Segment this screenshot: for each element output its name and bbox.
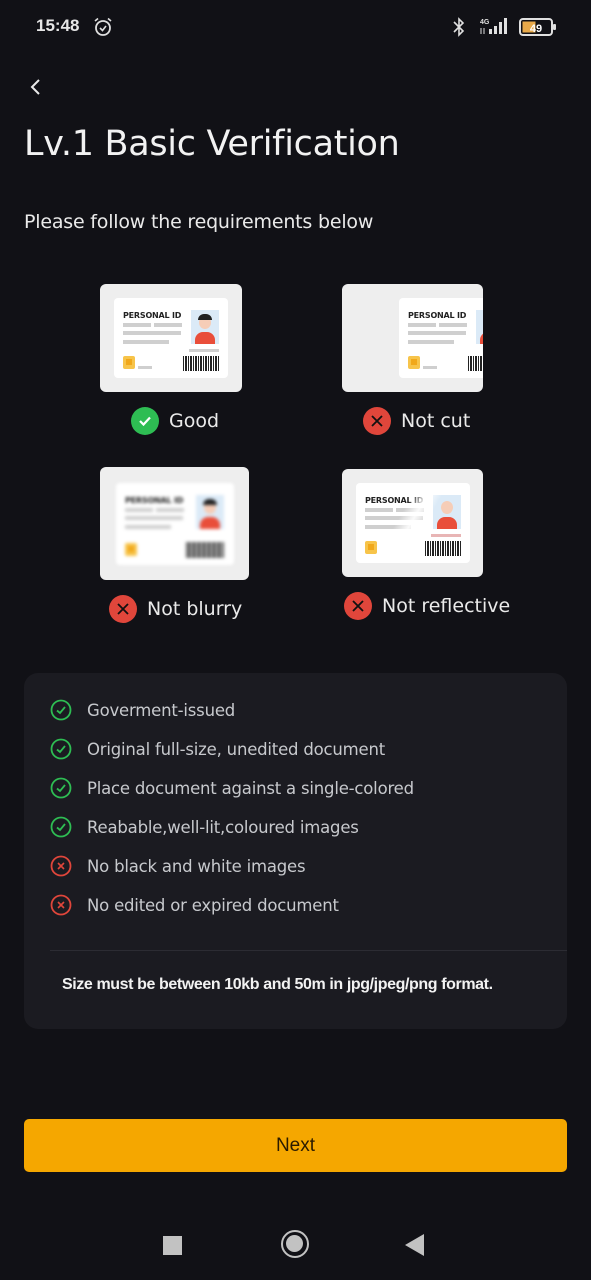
recents-icon[interactable]	[163, 1236, 182, 1255]
id-sample-image: PERSONAL ID	[100, 284, 242, 392]
example-caption: Not blurry	[109, 595, 242, 623]
status-bar: 15:48 4G 49	[0, 0, 591, 56]
barcode-icon	[468, 356, 483, 371]
example-label: Good	[169, 410, 220, 432]
id-card-label: PERSONAL ID	[123, 311, 182, 320]
example-caption: Not cut	[363, 407, 470, 435]
example-label: Not cut	[401, 410, 471, 432]
check-circle-outline-icon	[50, 816, 72, 838]
id-card-illustration: PERSONAL ID	[114, 298, 228, 378]
battery-icon: 49	[519, 18, 557, 36]
requirement-item: No edited or expired document	[50, 894, 339, 916]
bluetooth-icon	[453, 17, 465, 37]
id-sample-image: PERSONAL ID	[342, 284, 483, 392]
chip-icon	[123, 356, 135, 369]
status-time: 15:48	[36, 16, 80, 35]
id-sample-image: PERSONAL ID	[100, 467, 249, 580]
page-subtitle: Please follow the requirements below	[24, 211, 374, 233]
back-button[interactable]	[22, 72, 50, 102]
id-photo-icon	[191, 310, 219, 344]
chip-icon	[365, 541, 377, 554]
example-label: Not reflective	[382, 595, 511, 617]
check-circle-outline-icon	[50, 777, 72, 799]
requirement-item: Place document against a single-colored	[50, 777, 414, 799]
x-circle-outline-icon	[50, 855, 72, 877]
id-sample-image: PERSONAL ID	[342, 469, 483, 577]
check-circle-outline-icon	[50, 738, 72, 760]
id-card-label: PERSONAL ID	[125, 496, 184, 505]
id-card-illustration: PERSONAL ID	[116, 483, 234, 565]
x-circle-icon	[363, 407, 391, 435]
id-card-illustration: PERSONAL ID	[356, 483, 470, 563]
back-icon[interactable]	[405, 1234, 424, 1256]
check-circle-icon	[131, 407, 159, 435]
x-circle-icon	[109, 595, 137, 623]
home-icon[interactable]	[281, 1230, 309, 1258]
barcode-icon	[425, 541, 461, 556]
barcode-icon	[186, 542, 224, 558]
divider	[50, 950, 567, 951]
alarm-icon	[94, 17, 112, 36]
next-button[interactable]: Next	[24, 1119, 567, 1172]
requirement-item: Original full-size, unedited document	[50, 738, 385, 760]
requirement-item: No black and white images	[50, 855, 306, 877]
chevron-left-icon	[30, 79, 40, 95]
x-circle-outline-icon	[50, 894, 72, 916]
svg-text:4G: 4G	[480, 19, 490, 26]
requirements-panel: Goverment-issued Original full-size, une…	[24, 673, 567, 1029]
id-photo-icon	[476, 310, 483, 344]
check-circle-outline-icon	[50, 699, 72, 721]
example-caption: Not reflective	[344, 592, 510, 620]
x-circle-icon	[344, 592, 372, 620]
system-nav-bar	[0, 1210, 591, 1280]
chip-icon	[125, 543, 137, 556]
id-photo-icon	[196, 495, 224, 529]
size-note: Size must be between 10kb and 50m in jpg…	[62, 976, 493, 993]
id-card-label: PERSONAL ID	[408, 311, 467, 320]
requirement-item: Goverment-issued	[50, 699, 235, 721]
signal-icon: 4G	[480, 18, 507, 34]
battery-level: 49	[530, 23, 542, 35]
example-caption: Good	[131, 407, 219, 435]
barcode-icon	[183, 356, 219, 371]
id-card-illustration: PERSONAL ID	[399, 298, 483, 378]
requirement-item: Reabable,well-lit,coloured images	[50, 816, 359, 838]
chip-icon	[408, 356, 420, 369]
page-title: Lv.1 Basic Verification	[24, 124, 400, 164]
example-label: Not blurry	[147, 598, 243, 620]
